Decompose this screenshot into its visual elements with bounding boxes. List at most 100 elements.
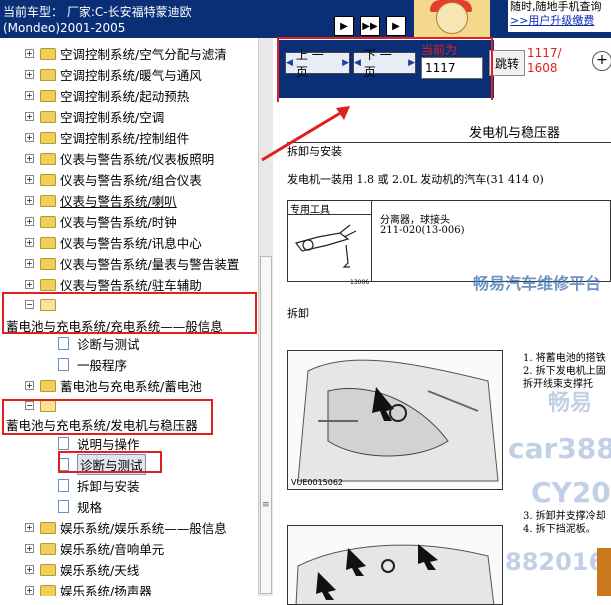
tree-item-label: 空调控制系统/起动预热 bbox=[60, 89, 190, 104]
highlight-box-diagnostics bbox=[58, 451, 162, 473]
mascot-logo bbox=[414, 0, 490, 38]
tree-item[interactable]: + 娱乐系统/娱乐系统——般信息 bbox=[25, 517, 227, 538]
watermark-brand: 畅易汽车维修平台 bbox=[473, 274, 602, 293]
expand-icon[interactable]: + bbox=[25, 196, 34, 205]
tree-item[interactable]: + 娱乐系统/天线 bbox=[25, 559, 139, 580]
tree-item[interactable]: 拆卸与安装 bbox=[58, 475, 140, 496]
car-model-label: 当前车型： 厂家:C-长安福特蒙迪欧(Mondeo)2001-2005 bbox=[3, 5, 192, 35]
expand-icon[interactable]: + bbox=[25, 91, 34, 100]
folder-icon bbox=[40, 379, 56, 392]
tree-item[interactable]: + 仪表与警告系统/仪表板照明 bbox=[25, 148, 214, 169]
document-intro: 发电机一装用 1.8 或 2.0L 发动机的汽车(31 414 0) bbox=[287, 173, 544, 186]
tree-item[interactable]: 一般程序 bbox=[58, 354, 127, 375]
tree-item-label: 蓄电池与充电系统/蓄电池 bbox=[60, 379, 202, 394]
tools-header: 专用工具 bbox=[288, 201, 372, 216]
expand-icon[interactable]: + bbox=[25, 523, 34, 532]
scrollbar-thumb[interactable] bbox=[260, 256, 272, 594]
tree-item-label: 仪表与警告系统/组合仪表 bbox=[60, 173, 202, 188]
upgrade-link[interactable]: >>用户升级缴费 bbox=[508, 14, 611, 28]
tree-item[interactable]: + 空调控制系统/空调 bbox=[25, 106, 164, 127]
tree-item-label: 娱乐系统/天线 bbox=[60, 563, 140, 578]
expand-icon[interactable]: + bbox=[25, 154, 34, 163]
tree-item-label: 仪表与警告系统/讯息中心 bbox=[60, 236, 202, 251]
tree-item[interactable]: 规格 bbox=[58, 496, 102, 517]
promo-panel: 随时,随地手机查询 >>用户升级缴费 bbox=[508, 0, 611, 32]
folder-icon bbox=[40, 152, 56, 165]
tree-item[interactable]: + 空调控制系统/空气分配与滤清 bbox=[25, 43, 227, 64]
page-count: 1117/ 1608 bbox=[527, 46, 562, 75]
expand-icon[interactable]: + bbox=[25, 70, 34, 79]
tool-part-number: 211-020(13-006) bbox=[380, 225, 465, 236]
tree-item-label: 空调控制系统/空气分配与滤清 bbox=[60, 47, 227, 62]
expand-icon[interactable]: + bbox=[25, 586, 34, 595]
tree-item[interactable]: + 空调控制系统/控制组件 bbox=[25, 127, 189, 148]
expand-icon[interactable]: + bbox=[25, 217, 34, 226]
expand-icon[interactable]: + bbox=[25, 238, 34, 247]
tree-item-label: 空调控制系统/空调 bbox=[60, 110, 165, 125]
tree-item[interactable]: + 仪表与警告系统/组合仪表 bbox=[25, 169, 202, 190]
tree-item-label: 一般程序 bbox=[77, 358, 128, 373]
jump-button[interactable]: 跳转 bbox=[489, 50, 525, 76]
expand-icon[interactable]: + bbox=[25, 381, 34, 390]
tree-item[interactable]: + 仪表与警告系统/讯息中心 bbox=[25, 232, 202, 253]
tree-item[interactable]: + 娱乐系统/扬声器 bbox=[25, 580, 152, 596]
expand-icon[interactable]: + bbox=[25, 112, 34, 121]
expand-icon[interactable]: + bbox=[25, 49, 34, 58]
expand-icon[interactable]: + bbox=[25, 175, 34, 184]
expand-icon[interactable]: + bbox=[25, 544, 34, 553]
nav-forward-icon[interactable]: ▶ bbox=[334, 16, 354, 36]
folder-icon bbox=[40, 563, 56, 576]
zoom-in-icon[interactable]: + bbox=[592, 51, 611, 71]
watermark: 882016 bbox=[505, 548, 606, 576]
tree-item[interactable]: + 空调控制系统/暖气与通风 bbox=[25, 64, 202, 85]
figure-label: VUE0015062 bbox=[291, 478, 344, 487]
folder-icon bbox=[40, 257, 56, 270]
document-page: 发电机与稳压器 拆卸与安装 发电机一装用 1.8 或 2.0L 发动机的汽车(3… bbox=[279, 100, 611, 605]
document-icon bbox=[58, 358, 69, 371]
tree-item-label: 仪表与警告系统/喇叭 bbox=[60, 194, 177, 209]
engine-diagram-2 bbox=[287, 525, 503, 605]
tree-item-label: 空调控制系统/暖气与通风 bbox=[60, 68, 202, 83]
highlight-box-charging bbox=[2, 292, 257, 334]
watermark: CY201 bbox=[531, 476, 611, 509]
engine-diagram-1 bbox=[287, 350, 503, 490]
ball-joint-separator-image bbox=[294, 224, 357, 268]
document-icon bbox=[58, 337, 69, 350]
decorative-stripe bbox=[597, 548, 611, 596]
promo-text: 随时,随地手机查询 bbox=[510, 0, 602, 13]
watermark: car388. bbox=[508, 432, 611, 465]
expand-icon[interactable]: + bbox=[25, 565, 34, 574]
nav-play-icon[interactable]: ▶ bbox=[386, 16, 406, 36]
tree-item[interactable]: + 空调控制系统/起动预热 bbox=[25, 85, 189, 106]
tree-item-label: 仪表与警告系统/量表与警告装置 bbox=[60, 257, 240, 272]
tree-item-label: 诊断与测试 bbox=[77, 337, 140, 352]
expand-icon[interactable]: + bbox=[25, 259, 34, 268]
nav-fast-forward-icon[interactable]: ▶▶ bbox=[360, 16, 380, 36]
grip-icon: ≡ bbox=[262, 500, 270, 510]
expand-icon[interactable]: + bbox=[25, 133, 34, 142]
folder-icon bbox=[40, 89, 56, 102]
folder-icon bbox=[40, 131, 56, 144]
tree-item[interactable]: + 仪表与警告系统/喇叭 bbox=[25, 190, 177, 211]
tree-item[interactable]: + 蓄电池与充电系统/蓄电池 bbox=[25, 375, 202, 396]
navigation-tree: + 空调控制系统/空气分配与滤清 + 空调控制系统/暖气与通风 + 空调控制系统… bbox=[0, 38, 258, 596]
tree-item-label: 娱乐系统/音响单元 bbox=[60, 542, 165, 557]
tree-item-label: 仪表与警告系统/仪表板照明 bbox=[60, 152, 215, 167]
folder-icon bbox=[40, 236, 56, 249]
folder-icon bbox=[40, 194, 56, 207]
tree-item[interactable]: 诊断与测试 bbox=[58, 333, 140, 354]
tool-image-cell: 13006 bbox=[288, 215, 372, 286]
expand-icon[interactable]: + bbox=[25, 280, 34, 289]
tree-item[interactable]: + 仪表与警告系统/量表与警告装置 bbox=[25, 253, 239, 274]
annotation-arrow-icon bbox=[261, 106, 350, 162]
document-icon bbox=[58, 437, 69, 450]
folder-icon bbox=[40, 110, 56, 123]
folder-icon bbox=[40, 542, 56, 555]
header-nav-buttons: ▶ ▶▶ ▶ bbox=[334, 16, 406, 36]
highlight-box-pager bbox=[277, 37, 493, 102]
tree-item-label: 娱乐系统/扬声器 bbox=[60, 584, 152, 596]
tree-item[interactable]: + 娱乐系统/音响单元 bbox=[25, 538, 164, 559]
tree-item-label: 空调控制系统/控制组件 bbox=[60, 131, 190, 146]
tree-item[interactable]: + 仪表与警告系统/时钟 bbox=[25, 211, 177, 232]
document-icon bbox=[58, 500, 69, 513]
